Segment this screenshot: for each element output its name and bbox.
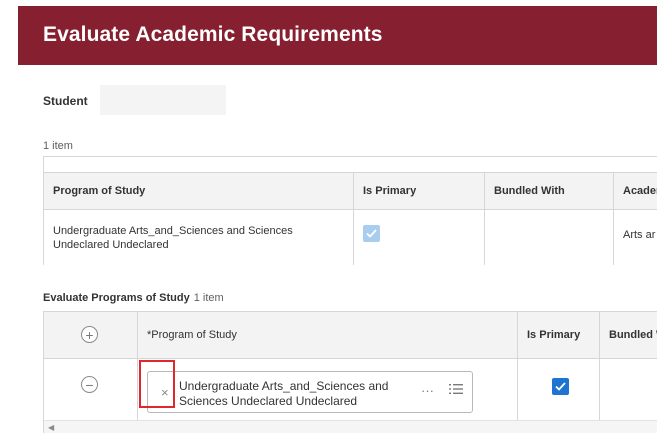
page-header: Evaluate Academic Requirements	[18, 6, 657, 65]
plus-circle-icon[interactable]: +	[81, 326, 98, 343]
horizontal-scrollbar[interactable]: ◀	[44, 420, 657, 433]
column-header-bundled-with: Bundled With	[485, 173, 614, 209]
table-row: Undergraduate Arts_and_Sciences and Scie…	[44, 210, 657, 265]
cell-is-primary	[354, 210, 485, 265]
cell-program: × Undergraduate Arts_and_Sciences and Sc…	[138, 359, 518, 421]
checkmark-icon	[555, 382, 566, 391]
cell-program: Undergraduate Arts_and_Sciences and Scie…	[44, 210, 354, 265]
table-row: − × Undergraduate Arts_and_Sciences and …	[44, 359, 657, 421]
column-header-actions: +	[44, 312, 138, 358]
is-primary-checkbox[interactable]	[552, 378, 569, 395]
student-label: Student	[43, 94, 88, 108]
cell-bundled-with	[600, 359, 657, 421]
is-primary-checkbox-disabled	[363, 225, 380, 242]
column-header-program: Program of Study	[44, 173, 354, 209]
evaluate-programs-item-count: 1 item	[193, 292, 224, 304]
column-header-is-primary: Is Primary	[354, 173, 485, 209]
annotation-highlight-box	[139, 360, 175, 408]
column-header-academic: Acader	[623, 185, 657, 197]
cell-actions: −	[44, 359, 138, 421]
student-value	[100, 85, 226, 115]
column-header-program: *Program of Study	[138, 312, 518, 358]
selected-program-pill: Undergraduate Arts_and_Sciences and Scie…	[179, 379, 389, 408]
checkmark-icon	[366, 229, 377, 238]
table-header-row: + *Program of Study Is Primary Bundled W…	[44, 312, 657, 359]
table-toolbar	[44, 157, 657, 173]
evaluate-programs-table: + *Program of Study Is Primary Bundled W…	[43, 311, 657, 433]
table-header-row: Program of Study Is Primary Bundled With…	[44, 173, 657, 210]
evaluate-programs-title: Evaluate Programs of Study 1 item	[43, 292, 224, 304]
cell-is-primary	[518, 359, 600, 421]
cell-academic: Arts ar	[623, 229, 656, 241]
academic-table-item-count: 1 item	[43, 140, 73, 152]
cell-bundled-with	[485, 210, 614, 265]
scroll-left-icon[interactable]: ◀	[48, 423, 54, 432]
program-of-study-prompt[interactable]: × Undergraduate Arts_and_Sciences and Sc…	[147, 371, 473, 413]
column-header-bundled-with: Bundled With	[609, 329, 657, 341]
list-icon[interactable]	[449, 383, 463, 395]
ellipsis-icon[interactable]: ···	[421, 383, 434, 398]
academic-table: Program of Study Is Primary Bundled With…	[43, 156, 657, 265]
minus-circle-icon[interactable]: −	[81, 376, 98, 393]
page-title: Evaluate Academic Requirements	[43, 23, 383, 46]
column-header-is-primary: Is Primary	[518, 312, 600, 358]
